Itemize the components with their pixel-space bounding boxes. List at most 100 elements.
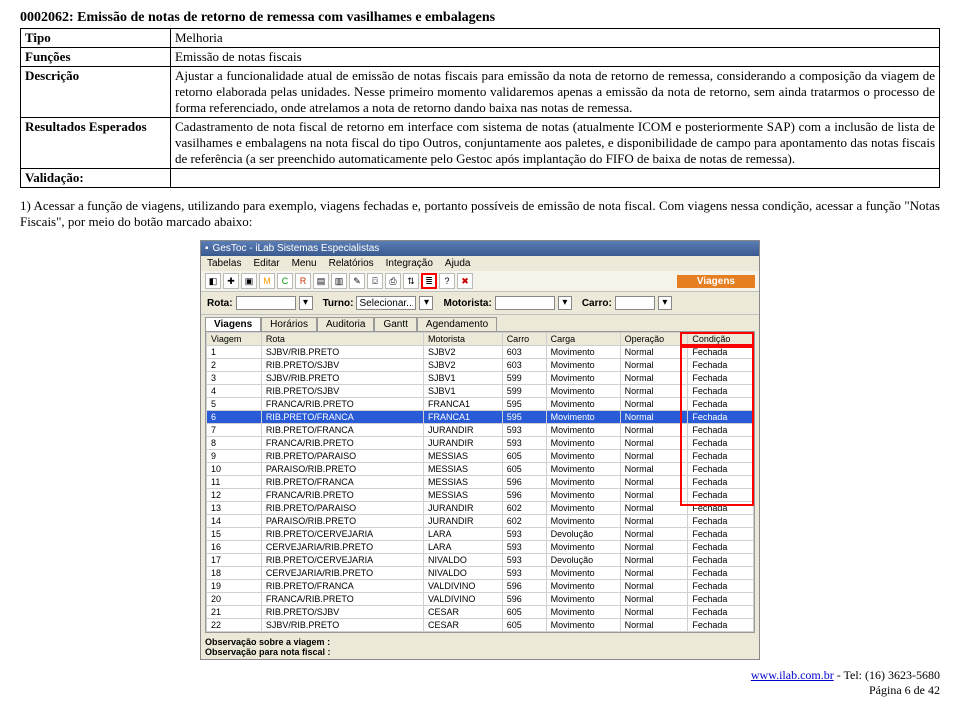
table-cell: Fechada — [688, 554, 754, 567]
table-row[interactable]: 15RIB.PRETO/CERVEJARIALARA593DevoluçãoNo… — [207, 528, 754, 541]
tab-viagens[interactable]: Viagens — [205, 317, 261, 331]
table-cell: Fechada — [688, 398, 754, 411]
table-cell: RIB.PRETO/FRANCA — [261, 424, 423, 437]
motorista-input[interactable] — [495, 296, 555, 310]
table-cell: Movimento — [546, 463, 620, 476]
footer-link[interactable]: www.ilab.com.br — [751, 668, 834, 682]
tb-icon[interactable]: ✖ — [457, 273, 473, 289]
menu-item[interactable]: Tabelas — [207, 258, 241, 269]
table-cell: 21 — [207, 606, 262, 619]
table-row[interactable]: 21RIB.PRETO/SJBVCESAR605MovimentoNormalF… — [207, 606, 754, 619]
tb-icon[interactable]: M — [259, 273, 275, 289]
grid-col-header[interactable]: Viagem — [207, 333, 262, 346]
table-row[interactable]: 14PARAISO/RIB.PRETOJURANDIR602MovimentoN… — [207, 515, 754, 528]
table-cell: CERVEJARIA/RIB.PRETO — [261, 567, 423, 580]
menu-item[interactable]: Editar — [253, 258, 279, 269]
table-cell: MESSIAS — [424, 450, 503, 463]
rota-picker-icon[interactable]: ▾ — [299, 296, 313, 310]
table-row[interactable]: 20FRANCA/RIB.PRETOVALDIVINO596MovimentoN… — [207, 593, 754, 606]
table-cell: 5 — [207, 398, 262, 411]
table-row[interactable]: 12FRANCA/RIB.PRETOMESSIAS596MovimentoNor… — [207, 489, 754, 502]
table-row[interactable]: 2RIB.PRETO/SJBVSJBV2603MovimentoNormalFe… — [207, 359, 754, 372]
table-cell: LARA — [424, 541, 503, 554]
rota-input[interactable] — [236, 296, 296, 310]
tab-agendamento[interactable]: Agendamento — [417, 317, 497, 331]
table-cell: MESSIAS — [424, 463, 503, 476]
table-cell: Normal — [620, 476, 688, 489]
table-cell: Fechada — [688, 606, 754, 619]
tb-notafiscal-icon[interactable]: ≣ — [421, 273, 437, 289]
carro-picker-icon[interactable]: ▾ — [658, 296, 672, 310]
table-row[interactable]: 18CERVEJARIA/RIB.PRETONIVALDO593Moviment… — [207, 567, 754, 580]
grid-col-header[interactable]: Operação — [620, 333, 688, 346]
grid[interactable]: ViagemRotaMotoristaCarroCargaOperaçãoCon… — [206, 332, 754, 632]
val-descricao: Ajustar a funcionalidade atual de emissã… — [171, 67, 940, 118]
table-cell: SJBV2 — [424, 359, 503, 372]
table-cell: RIB.PRETO/CERVEJARIA — [261, 554, 423, 567]
grid-col-header[interactable]: Rota — [261, 333, 423, 346]
tab-gantt[interactable]: Gantt — [374, 317, 416, 331]
table-row[interactable]: 11RIB.PRETO/FRANCAMESSIAS596MovimentoNor… — [207, 476, 754, 489]
table-cell: 18 — [207, 567, 262, 580]
page-footer: www.ilab.com.br - Tel: (16) 3623-5680 Pá… — [20, 668, 940, 698]
tb-icon[interactable]: ◧ — [205, 273, 221, 289]
table-cell: Movimento — [546, 424, 620, 437]
grid-col-header[interactable]: Motorista — [424, 333, 503, 346]
table-cell: FRANCA1 — [424, 411, 503, 424]
tb-icon[interactable]: ⌼ — [367, 273, 383, 289]
tb-icon[interactable]: ⎙ — [385, 273, 401, 289]
menu-item[interactable]: Integração — [386, 258, 433, 269]
tb-icon[interactable]: R — [295, 273, 311, 289]
table-row[interactable]: 10PARAISO/RIB.PRETOMESSIAS605MovimentoNo… — [207, 463, 754, 476]
table-row[interactable]: 16CERVEJARIA/RIB.PRETOLARA593MovimentoNo… — [207, 541, 754, 554]
tb-icon[interactable]: ▥ — [331, 273, 347, 289]
table-cell: RIB.PRETO/PARAISO — [261, 450, 423, 463]
table-row[interactable]: 5FRANCA/RIB.PRETOFRANCA1595MovimentoNorm… — [207, 398, 754, 411]
table-cell: SJBV/RIB.PRETO — [261, 372, 423, 385]
table-cell: 6 — [207, 411, 262, 424]
motorista-picker-icon[interactable]: ▾ — [558, 296, 572, 310]
grid-col-header[interactable]: Carga — [546, 333, 620, 346]
tb-icon[interactable]: ? — [439, 273, 455, 289]
table-cell: 4 — [207, 385, 262, 398]
toolbar: ◧ ✚ ▣ M C R ▤ ▥ ✎ ⌼ ⎙ ⇅ ≣ ? ✖ Viagens — [201, 271, 759, 292]
table-cell: Fechada — [688, 528, 754, 541]
table-cell: Movimento — [546, 515, 620, 528]
tab-horarios[interactable]: Horários — [261, 317, 317, 331]
grid-col-header[interactable]: Condição — [688, 333, 754, 346]
table-cell: Normal — [620, 619, 688, 632]
table-row[interactable]: 22SJBV/RIB.PRETOCESAR605MovimentoNormalF… — [207, 619, 754, 632]
grid-col-header[interactable]: Carro — [502, 333, 546, 346]
app-title-text: GesToc - iLab Sistemas Especialistas — [213, 243, 380, 254]
turno-input[interactable] — [356, 296, 416, 310]
turno-picker-icon[interactable]: ▾ — [419, 296, 433, 310]
table-row[interactable]: 17RIB.PRETO/CERVEJARIANIVALDO593Devoluçã… — [207, 554, 754, 567]
table-row[interactable]: 1SJBV/RIB.PRETOSJBV2603MovimentoNormalFe… — [207, 346, 754, 359]
tb-icon[interactable]: ▤ — [313, 273, 329, 289]
table-row[interactable]: 13RIB.PRETO/PARAISOJURANDIR602MovimentoN… — [207, 502, 754, 515]
carro-input[interactable] — [615, 296, 655, 310]
table-row[interactable]: 19RIB.PRETO/FRANCAVALDIVINO596MovimentoN… — [207, 580, 754, 593]
menu-item[interactable]: Menu — [292, 258, 317, 269]
table-cell: NIVALDO — [424, 554, 503, 567]
tb-icon[interactable]: ⇅ — [403, 273, 419, 289]
tb-icon[interactable]: ✚ — [223, 273, 239, 289]
table-cell: 596 — [502, 489, 546, 502]
row-funcoes: Funções Emissão de notas fiscais — [21, 48, 940, 67]
menu-item[interactable]: Relatórios — [329, 258, 374, 269]
table-row[interactable]: 8FRANCA/RIB.PRETOJURANDIR593MovimentoNor… — [207, 437, 754, 450]
menu-item[interactable]: Ajuda — [445, 258, 471, 269]
tb-icon[interactable]: ✎ — [349, 273, 365, 289]
tab-auditoria[interactable]: Auditoria — [317, 317, 374, 331]
table-row[interactable]: 3SJBV/RIB.PRETOSJBV1599MovimentoNormalFe… — [207, 372, 754, 385]
table-cell: RIB.PRETO/SJBV — [261, 359, 423, 372]
tb-icon[interactable]: ▣ — [241, 273, 257, 289]
table-cell: Fechada — [688, 619, 754, 632]
table-row[interactable]: 4RIB.PRETO/SJBVSJBV1599MovimentoNormalFe… — [207, 385, 754, 398]
table-row[interactable]: 7RIB.PRETO/FRANCAJURANDIR593MovimentoNor… — [207, 424, 754, 437]
table-cell: LARA — [424, 528, 503, 541]
table-row[interactable]: 9RIB.PRETO/PARAISOMESSIAS605MovimentoNor… — [207, 450, 754, 463]
tb-icon[interactable]: C — [277, 273, 293, 289]
table-cell: Movimento — [546, 619, 620, 632]
table-row[interactable]: 6RIB.PRETO/FRANCAFRANCA1595MovimentoNorm… — [207, 411, 754, 424]
